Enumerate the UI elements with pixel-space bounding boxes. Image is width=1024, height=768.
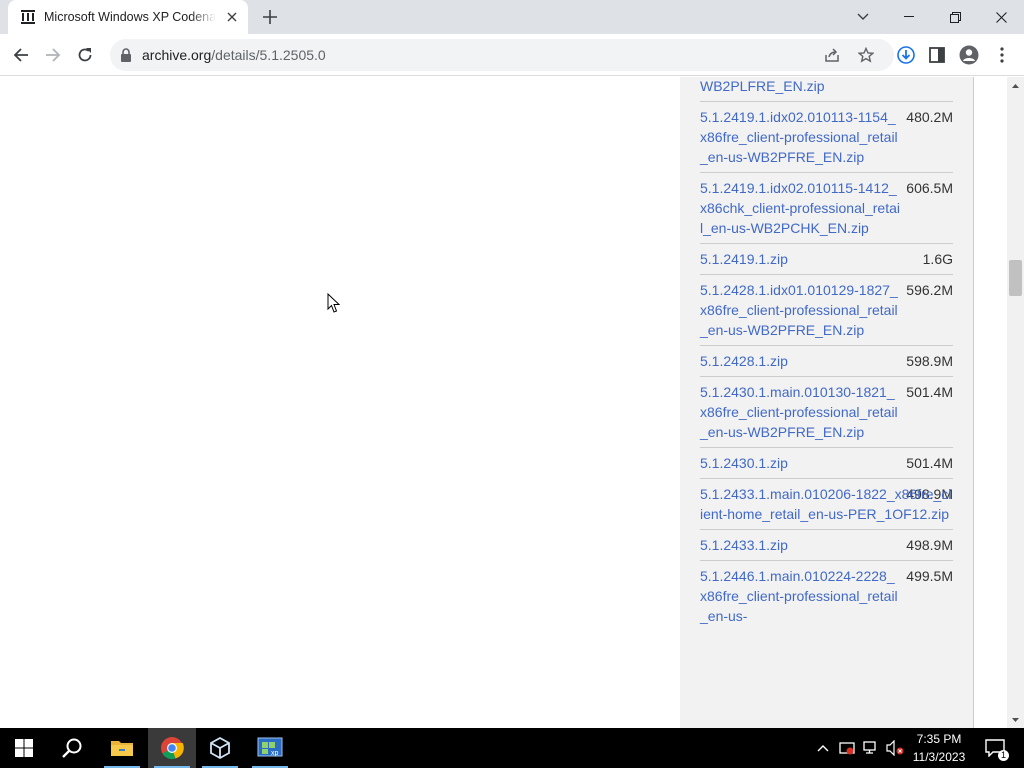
tray-chevron-up-icon[interactable] <box>812 728 834 768</box>
scroll-up-arrow-icon[interactable] <box>1007 77 1024 94</box>
file-row: 5.1.2419.1.idx02.010115-1412_x86chk_clie… <box>700 172 953 243</box>
browser-toolbar: archive.org/details/5.1.2505.0 <box>0 34 1024 76</box>
file-link[interactable]: 5.1.2433.1.zip <box>700 535 900 555</box>
file-row: 5.1.2430.1.main.010130-1821_x86fre_clien… <box>700 376 953 447</box>
mouse-pointer-icon <box>327 292 341 319</box>
back-arrow-icon[interactable] <box>6 40 36 70</box>
share-icon[interactable] <box>821 44 843 66</box>
file-row: 5.1.2428.1.idx01.010129-1827_x86fre_clie… <box>700 274 953 345</box>
new-tab-icon[interactable] <box>258 5 282 29</box>
profile-avatar-icon[interactable] <box>954 40 984 70</box>
tab-close-icon[interactable] <box>224 9 240 25</box>
minimize-icon[interactable] <box>886 0 932 34</box>
file-row: 5.1.2419.1.idx02.010113-1154_x86fre_clie… <box>700 101 953 172</box>
windows-xp-vm-icon[interactable]: xp <box>246 728 294 768</box>
file-explorer-icon[interactable] <box>98 728 146 768</box>
file-link[interactable]: 5.1.2433.1.main.010206-1822_x86fre_clien… <box>700 484 953 524</box>
archive-org-favicon-icon <box>20 9 36 25</box>
file-size: 501.4M <box>906 384 953 400</box>
chrome-icon[interactable] <box>148 728 196 768</box>
file-link[interactable]: 5.1.2419.1.zip <box>700 249 900 269</box>
download-icon[interactable] <box>891 40 921 70</box>
clock-time: 7:35 PM <box>916 732 962 746</box>
notification-center-icon[interactable]: 1 <box>980 728 1010 768</box>
page-scrollbar[interactable] <box>1007 77 1024 728</box>
file-size: 1.6G <box>922 251 953 267</box>
file-link[interactable]: WB2PLFRE_EN.zip <box>700 77 900 96</box>
reload-icon[interactable] <box>70 40 100 70</box>
security-tray-icon[interactable] <box>836 728 858 768</box>
file-link[interactable]: 5.1.2428.1.idx01.010129-1827_x86fre_clie… <box>700 280 900 340</box>
file-link[interactable]: 5.1.2430.1.zip <box>700 453 900 473</box>
file-link[interactable]: 5.1.2430.1.main.010130-1821_x86fre_clien… <box>700 382 900 442</box>
file-link[interactable]: 5.1.2419.1.idx02.010115-1412_x86chk_clie… <box>700 178 900 238</box>
url-path: /details/5.1.2505.0 <box>211 47 326 63</box>
file-row: 498.9M 5.1.2433.1.main.010206-1822_x86fr… <box>700 478 953 529</box>
windows-taskbar: xp 7:35 PM 11/3/2023 1 <box>0 728 1024 768</box>
search-icon[interactable] <box>48 728 96 768</box>
tab-search-chevron-down-icon[interactable] <box>840 0 886 34</box>
restore-icon[interactable] <box>932 0 978 34</box>
taskbar-clock[interactable]: 7:35 PM 11/3/2023 <box>906 730 972 766</box>
clock-date: 11/3/2023 <box>912 750 966 764</box>
file-link[interactable]: 5.1.2428.1.zip <box>700 351 900 371</box>
file-size: 606.5M <box>906 180 953 196</box>
menu-kebab-icon[interactable] <box>987 40 1017 70</box>
file-link[interactable]: 5.1.2419.1.idx02.010113-1154_x86fre_clie… <box>700 107 900 167</box>
file-row: 5.1.2433.1.zip 498.9M <box>700 529 953 560</box>
side-panel-icon[interactable] <box>922 40 952 70</box>
file-size: 501.4M <box>906 455 953 471</box>
file-row: WB2PLFRE_EN.zip <box>700 77 953 101</box>
windows-start-icon[interactable] <box>0 728 48 768</box>
browser-title-bar: Microsoft Windows XP Codename Whistler <box>0 0 1024 34</box>
file-row: 5.1.2446.1.main.010224-2228_x86fre_clien… <box>700 560 953 631</box>
virtualbox-cube-icon[interactable] <box>196 728 244 768</box>
file-row: 5.1.2419.1.zip 1.6G <box>700 243 953 274</box>
file-row: 5.1.2428.1.zip 598.9M <box>700 345 953 376</box>
file-size: 598.9M <box>906 353 953 369</box>
file-size: 499.5M <box>906 568 953 584</box>
scroll-thumb[interactable] <box>1009 260 1022 296</box>
notification-count: 1 <box>998 750 1009 761</box>
address-bar[interactable]: archive.org/details/5.1.2505.0 <box>110 39 894 71</box>
close-window-icon[interactable] <box>978 0 1024 34</box>
file-row: 5.1.2430.1.zip 501.4M <box>700 447 953 478</box>
scroll-down-arrow-icon[interactable] <box>1007 711 1024 728</box>
file-link[interactable]: 5.1.2446.1.main.010224-2228_x86fre_clien… <box>700 566 900 626</box>
file-size: 480.2M <box>906 109 953 125</box>
lock-icon[interactable] <box>120 48 132 62</box>
forward-arrow-icon[interactable] <box>38 40 68 70</box>
file-list: WB2PLFRE_EN.zip 5.1.2419.1.idx02.010113-… <box>700 77 953 631</box>
page-content: WB2PLFRE_EN.zip 5.1.2419.1.idx02.010113-… <box>0 77 1007 728</box>
bookmark-star-icon[interactable] <box>855 44 877 66</box>
browser-tab[interactable]: Microsoft Windows XP Codename Whistler <box>8 0 248 34</box>
file-size: 498.9M <box>906 537 953 553</box>
network-icon[interactable] <box>860 728 882 768</box>
url-host: archive.org <box>142 47 212 63</box>
volume-muted-icon[interactable] <box>884 728 906 768</box>
download-files-panel: WB2PLFRE_EN.zip 5.1.2419.1.idx02.010113-… <box>680 77 974 728</box>
file-size: 596.2M <box>906 282 953 298</box>
url-text: archive.org/details/5.1.2505.0 <box>142 47 326 63</box>
tab-title: Microsoft Windows XP Codename Whistler <box>44 10 216 24</box>
svg-text:xp: xp <box>271 750 279 757</box>
